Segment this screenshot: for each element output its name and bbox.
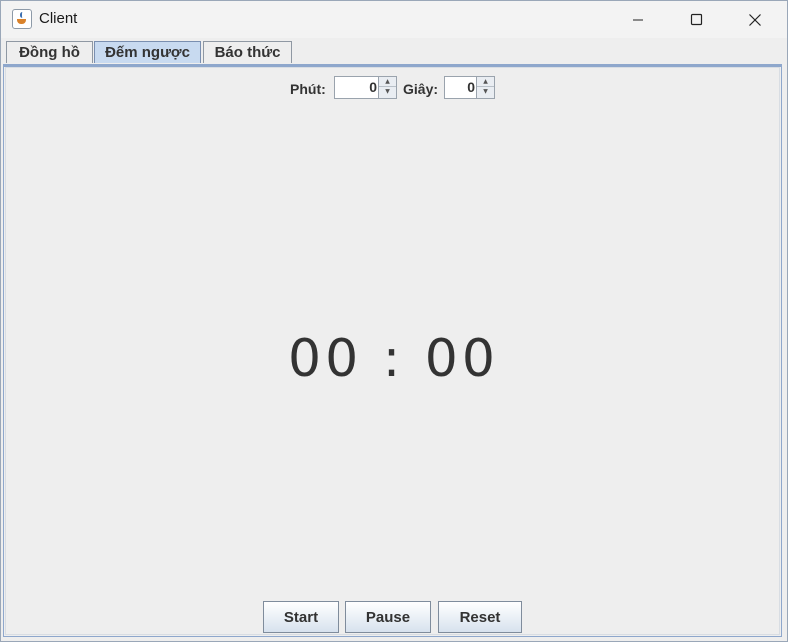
java-app-icon — [12, 9, 32, 29]
tab-dem-nguoc[interactable]: Đếm ngược — [94, 41, 201, 63]
tab-strip: Đồng hồ Đếm ngược Báo thức — [4, 39, 784, 65]
countdown-display: 00 : 00 — [288, 329, 499, 389]
minutes-spinner-arrows: ▲ ▼ — [378, 77, 396, 98]
seconds-label: Giây: — [403, 81, 439, 97]
tab-dong-ho[interactable]: Đồng hồ — [6, 41, 93, 63]
pause-button[interactable]: Pause — [345, 601, 431, 633]
minutes-increment-button[interactable]: ▲ — [379, 77, 396, 87]
maximize-icon — [690, 13, 702, 26]
tab-bao-thuc[interactable]: Báo thức — [203, 41, 292, 63]
countdown-panel: Phút: 0 ▲ ▼ Giây: 0 ▲ ▼ 00 : 00 Start Pa… — [3, 64, 782, 637]
minutes-value[interactable]: 0 — [369, 79, 377, 95]
close-icon — [749, 13, 761, 26]
seconds-decrement-button[interactable]: ▼ — [477, 87, 494, 97]
minutes-decrement-button[interactable]: ▼ — [379, 87, 396, 97]
seconds-increment-button[interactable]: ▲ — [477, 77, 494, 87]
seconds-spinner-arrows: ▲ ▼ — [476, 77, 494, 98]
tab-label: Đếm ngược — [105, 44, 190, 61]
minutes-label: Phút: — [290, 81, 326, 97]
app-window: Client Đồng hồ Đếm ngược Báo thức Phút: … — [0, 0, 788, 642]
minimize-button[interactable] — [609, 1, 667, 38]
title-bar: Client — [1, 1, 787, 38]
start-button[interactable]: Start — [263, 601, 339, 633]
maximize-button[interactable] — [667, 1, 725, 38]
tab-label: Báo thức — [214, 44, 281, 61]
minutes-spinner[interactable]: 0 ▲ ▼ — [334, 76, 397, 99]
reset-button[interactable]: Reset — [438, 601, 522, 633]
seconds-spinner[interactable]: 0 ▲ ▼ — [444, 76, 495, 99]
window-title: Client — [39, 10, 78, 27]
minimize-icon — [633, 19, 643, 20]
seconds-value[interactable]: 0 — [467, 79, 475, 95]
tab-label: Đồng hồ — [19, 44, 80, 61]
close-button[interactable] — [726, 1, 784, 38]
